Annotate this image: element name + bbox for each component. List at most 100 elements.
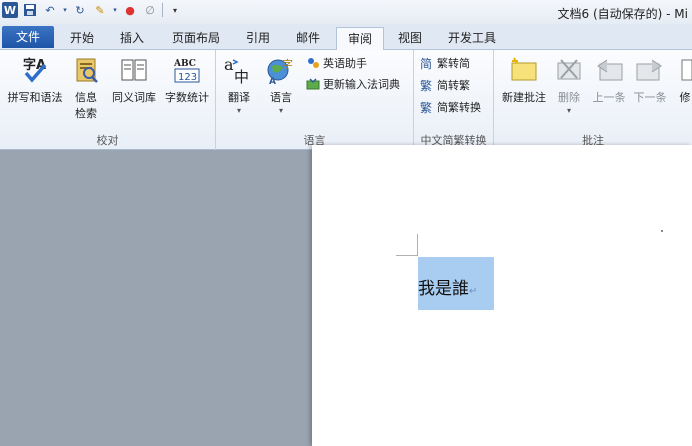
- to-simplified-label: 繁转简: [437, 57, 470, 70]
- sogou-logo-icon: S: [512, 361, 542, 391]
- proofing-group-label: 校对: [96, 134, 119, 147]
- margin-marker: [661, 230, 663, 232]
- language-globe-icon: 字A: [265, 54, 297, 86]
- document-text[interactable]: 我是誰↵: [418, 274, 477, 299]
- tab-mailings[interactable]: 邮件: [290, 27, 326, 50]
- thesaurus-label: 同义词库: [112, 91, 156, 104]
- customize-qat-icon[interactable]: ▾: [167, 2, 183, 18]
- research-label-2: 检索: [75, 107, 97, 120]
- svg-text:繁: 繁: [420, 78, 432, 92]
- svg-text:ABC: ABC: [173, 59, 196, 69]
- word-app-icon[interactable]: W: [2, 2, 18, 18]
- english-assistant-button[interactable]: 英语助手: [306, 54, 367, 72]
- spelling-label: 拼写和语法: [7, 91, 63, 104]
- language-button[interactable]: 字A 语言 ▾: [262, 54, 300, 115]
- svg-text:简: 简: [420, 57, 432, 70]
- research-label-1: 信息: [75, 91, 97, 104]
- delete-comment-button[interactable]: 删除 ▾: [552, 54, 586, 115]
- proofing-group: 字A 拼写和语法 信息 检索 同义词库 ABC 123 字数统计 校对: [0, 50, 216, 150]
- tab-review[interactable]: 审阅: [336, 27, 384, 51]
- svg-text:a: a: [224, 55, 234, 74]
- to-traditional-label: 简转繁: [437, 79, 470, 92]
- word-count-label: 字数统计: [165, 91, 209, 104]
- english-assistant-label: 英语助手: [323, 57, 367, 70]
- thesaurus-icon: [118, 54, 150, 86]
- svg-text:123: 123: [178, 72, 197, 83]
- quick-access-toolbar: W ↶ ▾ ↻ ✎ ▾ ● ∅ ▾: [2, 2, 183, 18]
- previous-comment-button[interactable]: 上一条: [590, 54, 628, 105]
- previous-label: 上一条: [592, 91, 626, 104]
- update-ime-icon: [306, 78, 320, 90]
- spelling-grammar-button[interactable]: 字A 拼写和语法: [4, 54, 66, 105]
- next-comment-button[interactable]: 下一条: [630, 54, 670, 105]
- tab-insert[interactable]: 插入: [114, 27, 150, 50]
- language-label: 语言: [270, 91, 292, 104]
- research-icon: [70, 54, 102, 86]
- undo-icon[interactable]: ↶: [42, 2, 58, 18]
- thesaurus-button[interactable]: 同义词库: [108, 54, 160, 105]
- track-changes-icon: [678, 54, 692, 86]
- svg-text:中: 中: [234, 68, 249, 86]
- tab-view[interactable]: 视图: [392, 27, 428, 50]
- undo-dropdown-icon[interactable]: ▾: [62, 2, 68, 18]
- to-simplified-icon: 简: [420, 57, 432, 70]
- delete-label: 删除: [558, 91, 580, 104]
- next-comment-icon: [634, 54, 666, 86]
- paragraph-mark: ↵: [469, 286, 478, 297]
- spelling-icon: 字A: [19, 54, 51, 86]
- comments-group: 新建批注 删除 ▾ 上一条 下一条 修 批注: [494, 50, 692, 150]
- ribbon: 字A 拼写和语法 信息 检索 同义词库 ABC 123 字数统计 校对 a 中 …: [0, 50, 692, 150]
- traditional-to-simplified-button[interactable]: 简 繁转简: [420, 54, 470, 72]
- margin-corner-mark-vertical: [417, 234, 418, 256]
- conversion-label: 简繁转换: [437, 101, 481, 114]
- track-changes-partial-label: 修: [679, 91, 691, 104]
- tab-developer[interactable]: 开发工具: [440, 27, 504, 50]
- previous-comment-icon: [593, 54, 625, 86]
- new-comment-button[interactable]: 新建批注: [498, 54, 550, 105]
- watermark-text: 搜狗指南: [546, 366, 635, 391]
- research-button[interactable]: 信息 检索: [68, 54, 104, 121]
- language-dropdown-icon: ▾: [278, 106, 283, 115]
- qat-separator: [162, 3, 163, 17]
- word-count-button[interactable]: ABC 123 字数统计: [162, 54, 212, 105]
- translate-button[interactable]: a中 翻译 ▾: [220, 54, 258, 115]
- watermark: S 搜狗指南: [512, 360, 634, 392]
- tab-file[interactable]: 文件: [2, 26, 54, 48]
- format-painter-icon[interactable]: ✎: [92, 2, 108, 18]
- new-comment-label: 新建批注: [502, 91, 546, 104]
- chinese-conversion-button[interactable]: 繁 简繁转换: [420, 98, 481, 116]
- tab-home[interactable]: 开始: [64, 27, 100, 50]
- selected-text[interactable]: 我是誰: [418, 279, 469, 299]
- conversion-icon: 繁: [420, 100, 432, 114]
- translate-icon: a中: [223, 54, 255, 86]
- next-label: 下一条: [633, 91, 667, 104]
- delete-dropdown-icon: ▾: [566, 106, 571, 115]
- clear-format-icon[interactable]: ∅: [142, 2, 158, 18]
- delete-comment-icon: [553, 54, 585, 86]
- update-ime-dictionary-button[interactable]: 更新输入法词典: [306, 75, 400, 93]
- language-group: a中 翻译 ▾ 字A 语言 ▾ 英语助手 更新输入法词典 语言: [216, 50, 414, 150]
- color-icon[interactable]: ●: [122, 2, 138, 18]
- to-traditional-icon: 繁: [420, 78, 432, 92]
- svg-text:字A: 字A: [23, 57, 46, 73]
- word-count-icon: ABC 123: [171, 54, 203, 86]
- simplified-to-traditional-button[interactable]: 繁 简转繁: [420, 76, 470, 94]
- new-comment-icon: [508, 54, 540, 86]
- title-bar: W ↶ ▾ ↻ ✎ ▾ ● ∅ ▾ 文档6 (自动保存的) - Mi: [0, 0, 692, 24]
- watermark-subtext: zhinan.sogou.com: [520, 398, 655, 413]
- ribbon-tab-row: 文件 开始 插入 页面布局 引用 邮件 审阅 视图 开发工具: [0, 24, 692, 51]
- redo-icon[interactable]: ↻: [72, 2, 88, 18]
- tab-references[interactable]: 引用: [240, 27, 276, 50]
- margin-corner-mark-horizontal: [396, 255, 418, 256]
- svg-text:字: 字: [282, 57, 293, 71]
- save-icon[interactable]: [22, 2, 38, 18]
- chinese-conversion-group: 简 繁转简 繁 简转繁 繁 简繁转换 中文简繁转换: [414, 50, 494, 150]
- svg-text:繁: 繁: [420, 100, 432, 114]
- translate-dropdown-icon: ▾: [236, 106, 241, 115]
- track-changes-partial-button[interactable]: 修: [678, 54, 692, 105]
- translate-label: 翻译: [228, 91, 250, 104]
- tab-page-layout[interactable]: 页面布局: [166, 27, 226, 50]
- english-assistant-icon: [308, 58, 319, 68]
- window-title: 文档6 (自动保存的) - Mi: [557, 7, 688, 21]
- format-dropdown-icon[interactable]: ▾: [112, 2, 118, 18]
